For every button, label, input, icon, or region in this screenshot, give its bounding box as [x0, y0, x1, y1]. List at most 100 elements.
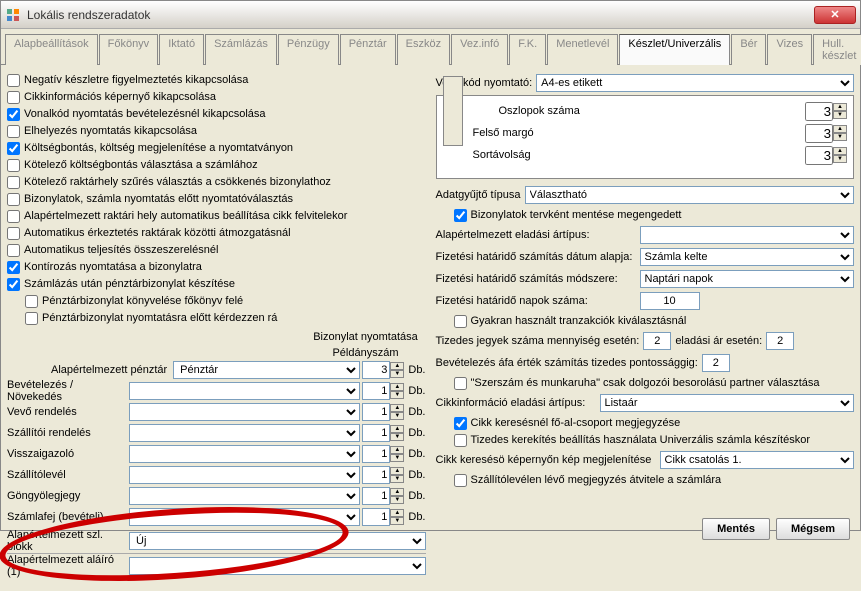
szallito-check[interactable]: [454, 474, 467, 487]
aliro-select[interactable]: [129, 557, 426, 575]
left-check-6[interactable]: [7, 176, 20, 189]
left-check-0[interactable]: [7, 74, 20, 87]
app-icon: [5, 7, 21, 23]
tizedes-menny-input[interactable]: [643, 332, 671, 350]
fiz-alapja-select[interactable]: Számla kelte: [640, 248, 855, 266]
row-select-2[interactable]: [129, 424, 360, 442]
left-check-9[interactable]: [7, 227, 20, 240]
blokk-label: Alapértelmezett szl. blokk: [7, 529, 127, 553]
row-select-3[interactable]: [129, 445, 360, 463]
adatgyujto-label: Adatgyűjtő típusa: [436, 189, 521, 201]
close-button[interactable]: ✕: [814, 6, 856, 24]
cikk-kep-select[interactable]: Cikk csatolás 1.: [660, 451, 855, 469]
tab-9[interactable]: Menetlevél: [547, 34, 618, 65]
row-select-4[interactable]: [129, 466, 360, 484]
left-check-14[interactable]: [25, 312, 38, 325]
left-check-10[interactable]: [7, 244, 20, 257]
tab-8[interactable]: F.K.: [509, 34, 546, 65]
row-count-2[interactable]: [362, 424, 390, 442]
row-count-1[interactable]: [362, 403, 390, 421]
left-check-1[interactable]: [7, 91, 20, 104]
tab-0[interactable]: Alapbeállítások: [5, 34, 98, 65]
row-select-5[interactable]: [129, 487, 360, 505]
left-check-label-1: Cikkinformációs képernyő kikapcsolása: [24, 91, 216, 103]
sor-label: Sortávolság: [443, 149, 800, 161]
tab-1[interactable]: Főkönyv: [99, 34, 159, 65]
gyakran-label: Gyakran használt tranzakciók kiválasztás…: [471, 315, 687, 327]
left-check-7[interactable]: [7, 193, 20, 206]
biz-tervkent-check[interactable]: [454, 209, 467, 222]
left-check-label-7: Bizonylatok, számla nyomtatás előtt nyom…: [24, 193, 293, 205]
left-check-label-2: Vonalkód nyomtatás bevételezésnél kikapc…: [24, 108, 266, 120]
gyakran-check[interactable]: [454, 315, 467, 328]
row-count-0[interactable]: [362, 382, 390, 400]
sor-input[interactable]: [805, 146, 833, 165]
barcode-settings-box: Oszlopok száma ▲▼ Felső margó ▲▼ Sortávo…: [436, 95, 855, 179]
fiz-modszer-select[interactable]: Naptári napok: [640, 270, 855, 288]
left-check-8[interactable]: [7, 210, 20, 223]
cancel-button[interactable]: Mégsem: [776, 518, 850, 540]
tab-6[interactable]: Eszköz: [397, 34, 450, 65]
row-select-6[interactable]: [129, 508, 360, 526]
left-check-4[interactable]: [7, 142, 20, 155]
db-label: Db.: [408, 469, 425, 481]
row-select-0[interactable]: [129, 382, 360, 400]
default-penztar-label: Alapértelmezett pénztár: [51, 364, 171, 376]
default-penztar-count[interactable]: [362, 361, 390, 379]
left-check-3[interactable]: [7, 125, 20, 138]
tizedes-kerekit-label: Tizedes kerekítés beállítás használata U…: [471, 434, 811, 446]
tizedes-ar-input[interactable]: [766, 332, 794, 350]
save-button[interactable]: Mentés: [702, 518, 770, 540]
spin-up[interactable]: ▲: [390, 362, 404, 370]
szerszam-label: "Szerszám és munkaruha" csak dolgozói be…: [471, 377, 820, 389]
tab-5[interactable]: Pénztár: [340, 34, 396, 65]
tizedes-menny-label: Tizedes jegyek száma mennyiség esetén:: [436, 335, 640, 347]
tab-3[interactable]: Számlázás: [205, 34, 277, 65]
cikkinfo-label: Cikkinformáció eladási ártípus:: [436, 397, 596, 409]
oszlop-input[interactable]: [805, 102, 833, 121]
row-count-5[interactable]: [362, 487, 390, 505]
tab-12[interactable]: Vizes: [767, 34, 812, 65]
left-check-2[interactable]: [7, 108, 20, 121]
row-label-5: Göngyölegjegy: [7, 490, 127, 502]
db-label: Db.: [408, 490, 425, 502]
spin-down[interactable]: ▼: [390, 370, 404, 378]
blokk-select[interactable]: Új: [129, 532, 426, 550]
szerszam-check[interactable]: [454, 377, 467, 390]
tab-7[interactable]: Vez.infó: [451, 34, 508, 65]
left-check-13[interactable]: [25, 295, 38, 308]
left-check-12[interactable]: [7, 278, 20, 291]
row-count-3[interactable]: [362, 445, 390, 463]
fiz-modszer-label: Fizetési határidő számítás módszere:: [436, 273, 636, 285]
default-penztar-select[interactable]: Pénztár: [173, 361, 360, 379]
row-count-6[interactable]: [362, 508, 390, 526]
biz-tervkent-label: Bizonylatok tervként mentése megengedett: [471, 209, 682, 221]
bevet-input[interactable]: [702, 354, 730, 372]
left-check-5[interactable]: [7, 159, 20, 172]
left-check-label-3: Elhelyezés nyomtatás kikapcsolása: [24, 125, 197, 137]
barcode-printer-select[interactable]: A4-es etikett: [536, 74, 854, 92]
row-count-4[interactable]: [362, 466, 390, 484]
tab-2[interactable]: Iktató: [159, 34, 204, 65]
fiz-napok-input[interactable]: [640, 292, 700, 310]
left-check-label-10: Automatikus teljesítés összeszerelésnél: [24, 244, 218, 256]
adatgyujto-select[interactable]: Választható: [525, 186, 854, 204]
eladasi-artipus-select[interactable]: [640, 226, 855, 244]
tab-11[interactable]: Bér: [731, 34, 766, 65]
row-select-1[interactable]: [129, 403, 360, 421]
felso-input[interactable]: [805, 124, 833, 143]
tab-10[interactable]: Készlet/Univerzális: [619, 34, 730, 65]
tizedes-kerekit-check[interactable]: [454, 434, 467, 447]
left-check-label-13: Pénztárbizonylat könyvelése főkönyv felé: [42, 295, 243, 307]
szallito-label: Szállítólevélen lévő megjegyzés átvitele…: [471, 474, 722, 486]
row-label-3: Visszaigazoló: [7, 448, 127, 460]
left-check-11[interactable]: [7, 261, 20, 274]
bevet-label: Bevételezés áfa érték számítás tizedes p…: [436, 357, 698, 369]
tab-4[interactable]: Pénzügy: [278, 34, 339, 65]
cikk-kereses-check[interactable]: [454, 417, 467, 430]
row-label-6: Számlafej (bevételi): [7, 511, 127, 523]
left-check-label-12: Számlázás után pénztárbizonylat készítés…: [24, 278, 235, 290]
tab-13[interactable]: Hull. készlet: [813, 34, 861, 65]
cikkinfo-select[interactable]: Listaár: [600, 394, 855, 412]
left-check-label-8: Alapértelmezett raktári hely automatikus…: [24, 210, 347, 222]
